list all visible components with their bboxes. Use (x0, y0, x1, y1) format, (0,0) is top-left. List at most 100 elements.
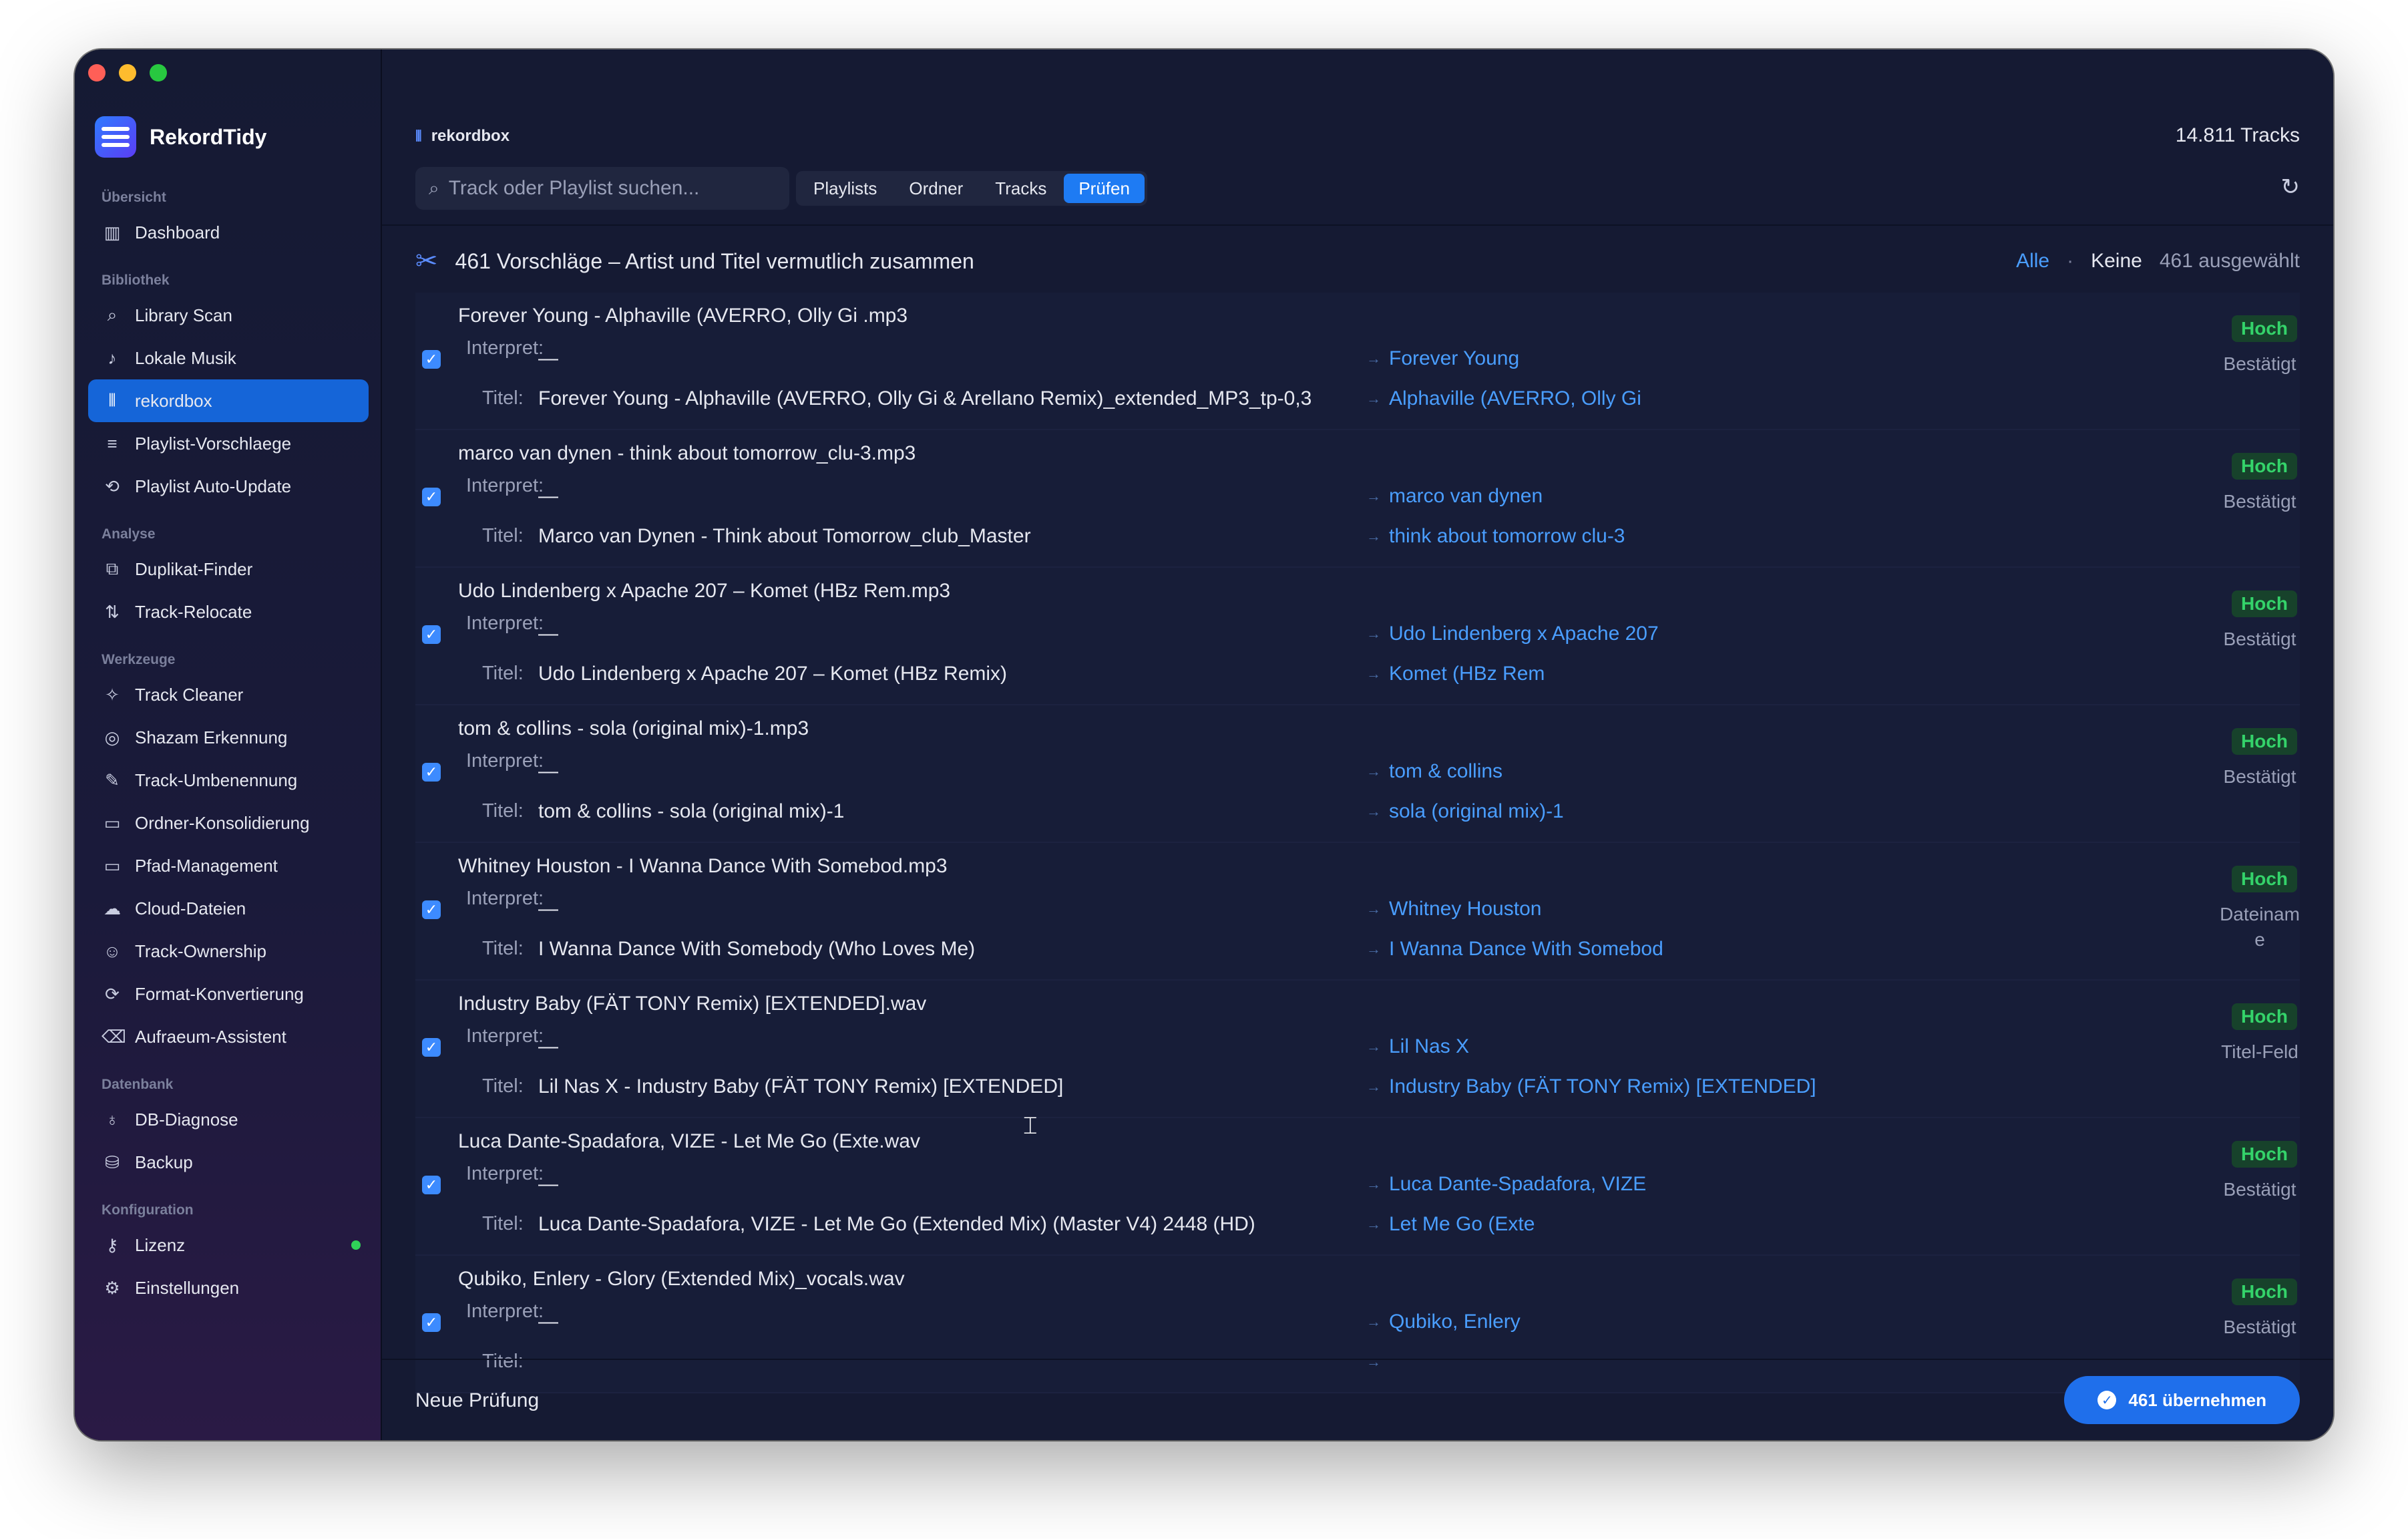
title-value: Luca Dante-Spadafora, VIZE - Let Me Go (… (538, 1213, 1255, 1235)
sidebar-item-track-cleaner[interactable]: ✧ Track Cleaner (88, 673, 369, 716)
sidebar-item-format-konvertierung[interactable]: ⟳ Format-Konvertierung (88, 973, 369, 1015)
sidebar-item-playlist-vorschlaege[interactable]: ≡ Playlist-Vorschlaege (88, 422, 369, 465)
interpret-label: Interpret: (466, 337, 544, 359)
bar-chart-icon: ▥ (104, 222, 121, 242)
file-name: Forever Young - Alphaville (AVERRO, Olly… (458, 305, 908, 327)
tab-playlists[interactable]: Playlists (799, 174, 891, 203)
sidebar-item-track-relocate[interactable]: ⇅ Track-Relocate (88, 590, 369, 633)
relocate-icon: ⇅ (105, 601, 120, 622)
suggestion-row: Udo Lindenberg x Apache 207 – Komet (HBz… (415, 568, 2300, 705)
row-checkbox[interactable]: ✓ (422, 1313, 441, 1332)
row-checkbox[interactable]: ✓ (422, 763, 441, 782)
select-all-button[interactable]: Alle (2016, 250, 2049, 273)
title-label: Titel: (482, 525, 524, 546)
arrow-icon: → (1366, 803, 1381, 820)
sidebar-item-label: Pfad-Management (135, 855, 278, 876)
row-checkbox[interactable]: ✓ (422, 900, 441, 919)
pencil-icon: ✎ (105, 770, 120, 790)
arrow-icon: → (1366, 625, 1381, 642)
match-source: Bestätigt (2223, 491, 2296, 512)
music-note-icon: ♪ (108, 347, 117, 368)
zoom-window-button[interactable] (150, 64, 167, 81)
source-name: rekordbox (431, 127, 510, 145)
sidebar-item-library-scan[interactable]: ⌕ Library Scan (88, 294, 369, 337)
apply-button[interactable]: ✓ 461 übernehmen (2064, 1376, 2300, 1424)
sidebar-item-cloud-dateien[interactable]: ☁ Cloud-Dateien (88, 887, 369, 930)
interpret-value: — (538, 1035, 558, 1057)
tab-ordner[interactable]: Ordner (894, 174, 978, 203)
sidebar-section-title: Datenbank (102, 1077, 174, 1092)
close-window-button[interactable] (88, 64, 106, 81)
sidebar-item-track-ownership[interactable]: ☺ Track-Ownership (88, 930, 369, 973)
file-name: tom & collins - sola (original mix)-1.mp… (458, 717, 809, 739)
waveform-icon: ⦀ (415, 128, 422, 144)
sidebar-item-label: Dashboard (135, 222, 220, 242)
interpret-value: — (538, 898, 558, 920)
sidebar-item-label: rekordbox (135, 390, 212, 411)
divider (382, 1359, 2333, 1360)
match-source: Bestätigt (2223, 766, 2296, 787)
arrow-icon: → (1366, 1176, 1381, 1192)
sidebar-item-backup[interactable]: ⛁ Backup (88, 1141, 369, 1184)
sidebar-item-aufraeum-assistent[interactable]: ⌫ Aufraeum-Assistent (88, 1015, 369, 1058)
separator: · (2067, 250, 2074, 272)
sidebar-item-duplikat-finder[interactable]: ⧉ Duplikat-Finder (88, 548, 369, 590)
sidebar-item-pfad-management[interactable]: ▭ Pfad-Management (88, 844, 369, 887)
interpret-label: Interpret: (466, 475, 544, 496)
row-checkbox[interactable]: ✓ (422, 625, 441, 644)
suggestions-header: ✂ 461 Vorschläge – Artist und Titel verm… (415, 238, 2300, 285)
title-label: Titel: (482, 800, 524, 822)
title-label: Titel: (482, 1351, 524, 1372)
sidebar-item-db-diagnose[interactable]: ♁ DB-Diagnose (88, 1098, 369, 1141)
suggestion-row: marco van dynen - think about tomorrow_c… (415, 430, 2300, 568)
tab-pr-fen[interactable]: Prüfen (1064, 174, 1145, 203)
new-interpret-value: tom & collins (1389, 760, 1503, 782)
row-checkbox[interactable]: ✓ (422, 1038, 441, 1057)
title-label: Titel: (482, 663, 524, 684)
file-name: Whitney Houston - I Wanna Dance With Som… (458, 855, 948, 877)
title-label: Titel: (482, 1075, 524, 1097)
new-check-button[interactable]: Neue Prüfung (415, 1389, 539, 1412)
sidebar-item-track-umbenennung[interactable]: ✎ Track-Umbenennung (88, 759, 369, 802)
interpret-label: Interpret: (466, 613, 544, 634)
title-value: Marco van Dynen - Think about Tomorrow_c… (538, 525, 1031, 547)
interpret-label: Interpret: (466, 1163, 544, 1184)
sidebar-item-label: Ordner-Konsolidierung (135, 812, 310, 833)
row-checkbox[interactable]: ✓ (422, 350, 441, 369)
arrow-icon: → (1366, 1078, 1381, 1095)
refresh-icon[interactable]: ↻ (2281, 174, 2300, 200)
search-box[interactable]: ⌕ (415, 167, 789, 210)
match-source: Bestätigt (2223, 1317, 2296, 1337)
app-logo-icon (95, 116, 136, 158)
sidebar: RekordTidy Übersicht ▥ Dashboard Bibliothek… (75, 49, 382, 1440)
sidebar-item-lizenz[interactable]: ⚷ Lizenz (88, 1224, 369, 1266)
sidebar-item-einstellungen[interactable]: ⚙ Einstellungen (88, 1266, 369, 1309)
mouse-cursor-icon: ⌶ (1023, 1112, 1038, 1139)
sidebar-item-label: DB-Diagnose (135, 1109, 238, 1130)
trash-icon: ⌫ (102, 1026, 126, 1047)
sidebar-item-lokale-musik[interactable]: ♪ Lokale Musik (88, 337, 369, 379)
minimize-window-button[interactable] (119, 64, 136, 81)
sidebar-item-ordner-konsolidierung[interactable]: ▭ Ordner-Konsolidierung (88, 802, 369, 844)
cloud-icon: ☁ (104, 898, 121, 918)
select-none-button[interactable]: Keine (2091, 250, 2142, 273)
confidence-badge: Hoch (2232, 1003, 2297, 1030)
tab-tracks[interactable]: Tracks (980, 174, 1061, 203)
row-checkbox[interactable]: ✓ (422, 488, 441, 506)
title-value: tom & collins - sola (original mix)-1 (538, 800, 845, 822)
sidebar-item-rekordbox[interactable]: ⦀ rekordbox (88, 379, 369, 422)
match-source: Dateiname (2220, 904, 2300, 950)
row-checkbox[interactable]: ✓ (422, 1176, 441, 1194)
file-name: Industry Baby (FÄT TONY Remix) [EXTENDED… (458, 993, 927, 1015)
sidebar-item-dashboard[interactable]: ▥ Dashboard (88, 211, 369, 254)
confidence-badge: Hoch (2232, 453, 2297, 480)
stethoscope-icon: ♁ (106, 1109, 119, 1130)
search-input[interactable] (448, 177, 769, 200)
playlist-add-icon: ≡ (107, 433, 118, 454)
magic-wand-icon: ✧ (105, 684, 120, 705)
sidebar-item-label: Shazam Erkennung (135, 727, 288, 747)
sidebar-item-shazam-erkennung[interactable]: ◎ Shazam Erkennung (88, 716, 369, 759)
sidebar-item-playlist-auto-update[interactable]: ⟲ Playlist Auto-Update (88, 465, 369, 508)
apply-label: 461 übernehmen (2128, 1389, 2266, 1410)
search-icon: ⌕ (429, 177, 439, 198)
